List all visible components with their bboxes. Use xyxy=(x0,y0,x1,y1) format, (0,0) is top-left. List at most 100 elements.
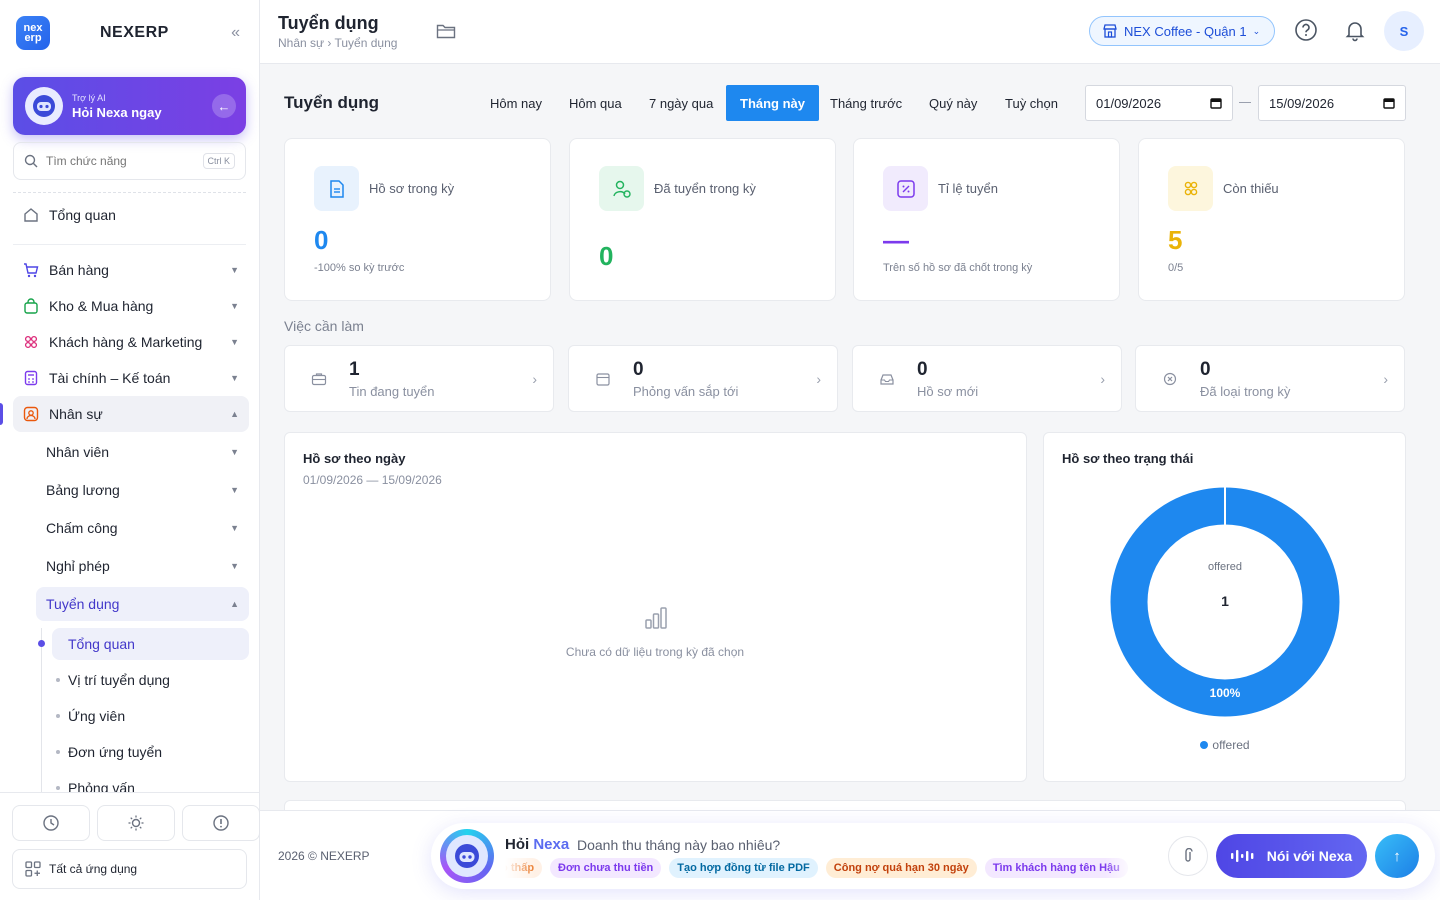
bell-icon[interactable] xyxy=(1343,18,1367,42)
talk-label: Nói với Nexa xyxy=(1266,848,1353,864)
theme-button[interactable] xyxy=(97,805,175,841)
stat-card-hire-rate[interactable]: Tỉ lệ tuyển — Trên số hồ sơ đã chốt tron… xyxy=(853,138,1120,301)
sidebar-search[interactable]: Ctrl K xyxy=(13,142,246,180)
nav-finance[interactable]: Tài chính – Kế toán ▼ xyxy=(13,360,249,396)
briefcase-icon xyxy=(311,372,327,386)
nav-hr[interactable]: Nhân sự ▲ xyxy=(13,396,249,432)
nexa-avatar xyxy=(440,829,494,883)
nav-attendance[interactable]: Chấm công ▼ xyxy=(36,511,249,545)
attach-button[interactable] xyxy=(1168,836,1208,876)
nav-crm[interactable]: Khách hàng & Marketing ▼ xyxy=(13,324,249,360)
history-button[interactable] xyxy=(12,805,90,841)
stat-card-applications[interactable]: Hồ sơ trong kỳ 0 -100% so kỳ trước xyxy=(284,138,551,301)
nav-label: Tài chính – Kế toán xyxy=(49,370,171,386)
todo-rejected[interactable]: 0 Đã loại trong kỳ › xyxy=(1135,345,1405,412)
chevron-right-icon: › xyxy=(532,371,537,387)
nav-sales[interactable]: Bán hàng ▼ xyxy=(13,252,249,288)
waveform-icon xyxy=(1230,850,1254,862)
range-tab-this-quarter[interactable]: Quý này xyxy=(915,85,991,121)
paperclip-icon xyxy=(1185,848,1193,862)
home-icon xyxy=(21,205,41,225)
range-tab-today[interactable]: Hôm nay xyxy=(476,85,556,121)
stat-value: — xyxy=(883,225,909,255)
ai-assistant-card[interactable]: Trợ lý AI Hỏi Nexa ngay ← xyxy=(13,77,246,135)
suggestion-chips: Tồn kho thấp Đơn chưa thu tiền Tạo hợp đồn… xyxy=(505,858,1137,878)
suggestion-chip[interactable]: Công nợ quá hạn 30 ngày xyxy=(825,858,977,878)
legend-label: offered xyxy=(1212,738,1250,752)
nav-recruit[interactable]: Tuyển dụng ▲ xyxy=(36,587,249,621)
robot-icon xyxy=(446,835,488,877)
chevron-right-icon: › xyxy=(1383,371,1388,387)
stat-card-remaining[interactable]: Còn thiếu 5 0/5 xyxy=(1138,138,1405,301)
nav-label: Tổng quan xyxy=(68,636,135,652)
breadcrumb[interactable]: Nhân sự › Tuyển dụng xyxy=(278,36,397,50)
nav-recruit-overview[interactable]: Tổng quan xyxy=(38,628,249,660)
date-to-input[interactable]: 15/09/2026 xyxy=(1258,85,1406,121)
chevron-down-icon: ⌄ xyxy=(1252,25,1261,36)
ask-nexa-bar[interactable]: Hỏi Nexa Doanh thu tháng này bao nhiêu? … xyxy=(431,823,1435,889)
caret-down-icon: ▼ xyxy=(230,561,239,571)
nav-employees[interactable]: Nhân viên ▼ xyxy=(36,435,249,469)
stat-value: 0 xyxy=(314,225,329,255)
empty-state-text: Chưa có dữ liệu trong kỳ đã chọn xyxy=(565,645,745,659)
panel-title: Hồ sơ theo ngày xyxy=(303,451,406,466)
x-circle-icon xyxy=(1162,372,1178,386)
todo-count: 1 xyxy=(349,359,360,380)
nav-payroll[interactable]: Bảng lương ▼ xyxy=(36,473,249,507)
suggestion-chip[interactable]: Tạo hợp đồng từ file PDF xyxy=(669,858,818,878)
tree-line xyxy=(41,628,42,798)
group-icon xyxy=(1168,166,1213,211)
brand-name: NEXERP xyxy=(100,24,169,41)
nav-recruit-candidates[interactable]: Ứng viên xyxy=(52,700,249,732)
nav-label: Chấm công xyxy=(46,520,118,536)
nav-leave[interactable]: Nghỉ phép ▼ xyxy=(36,549,249,583)
arrow-up-icon: ↑ xyxy=(1393,847,1401,865)
nav-label: Tuyển dụng xyxy=(46,596,120,612)
nav-inventory[interactable]: Kho & Mua hàng ▼ xyxy=(13,288,249,324)
nav-recruit-applications[interactable]: Đơn ứng tuyển xyxy=(52,736,249,768)
talk-to-nexa-button[interactable]: Nói với Nexa xyxy=(1216,834,1367,878)
brand-logo: nex erp xyxy=(16,16,50,50)
calendar-icon xyxy=(1210,98,1222,109)
arrow-left-icon[interactable]: ← xyxy=(212,94,236,118)
robot-icon xyxy=(25,87,63,125)
user-badge-icon xyxy=(21,404,41,424)
suggestion-chip[interactable]: Tồn kho thấp xyxy=(505,858,543,878)
nav-label: Bảng lương xyxy=(46,482,120,498)
ask-title: Hỏi Nexa xyxy=(505,836,569,853)
range-tab-yesterday[interactable]: Hôm qua xyxy=(555,85,636,121)
todo-upcoming-interviews[interactable]: 0 Phỏng vấn sắp tới › xyxy=(568,345,838,412)
range-tab-last-month[interactable]: Tháng trước xyxy=(816,85,916,121)
nav-label: Kho & Mua hàng xyxy=(49,298,154,314)
nav-overview[interactable]: Tổng quan xyxy=(13,197,249,233)
suggestion-chip[interactable]: Đơn chưa thu tiền xyxy=(550,858,662,878)
collapse-sidebar-button[interactable]: « xyxy=(231,24,240,42)
nav-recruit-positions[interactable]: Vị trí tuyển dụng xyxy=(52,664,249,696)
sidebar-search-input[interactable] xyxy=(46,154,203,168)
range-tab-7days[interactable]: 7 ngày qua xyxy=(635,85,727,121)
user-avatar[interactable]: S xyxy=(1384,11,1424,51)
page-title: Tuyển dụng xyxy=(278,13,379,33)
all-apps-button[interactable]: Tất cả ứng dụng xyxy=(12,849,247,889)
brand[interactable]: nex erp NEXERP « xyxy=(16,16,246,50)
todo-open-jobs[interactable]: 1 Tin đang tuyển › xyxy=(284,345,554,412)
caret-down-icon: ▼ xyxy=(230,447,239,457)
caret-down-icon: ▼ xyxy=(230,301,239,311)
send-button[interactable]: ↑ xyxy=(1375,834,1419,878)
alert-button[interactable] xyxy=(182,805,260,841)
help-icon[interactable] xyxy=(1294,18,1318,42)
caret-down-icon: ▼ xyxy=(230,337,239,347)
suggestion-chip[interactable]: Tìm khách hàng tên Hậu xyxy=(984,858,1128,878)
range-tab-custom[interactable]: Tuỳ chọn xyxy=(991,85,1072,121)
nav-label: Ứng viên xyxy=(68,708,126,724)
folder-icon[interactable] xyxy=(436,22,456,40)
ask-question-prompt[interactable]: Doanh thu tháng này bao nhiêu? xyxy=(577,837,780,853)
branch-selector[interactable]: NEX Coffee - Quận 1 ⌄ xyxy=(1089,16,1275,46)
sidebar: nex erp NEXERP « Trợ lý AI Hỏi Nexa ngay… xyxy=(0,0,260,900)
divider xyxy=(13,244,246,245)
stat-card-hired[interactable]: Đã tuyển trong kỳ 0 xyxy=(569,138,836,301)
range-tab-this-month[interactable]: Tháng này xyxy=(726,85,820,121)
ask-title-prefix: Hỏi xyxy=(505,836,530,853)
todo-new-applications[interactable]: 0 Hồ sơ mới › xyxy=(852,345,1122,412)
date-from-input[interactable]: 01/09/2026 xyxy=(1085,85,1233,121)
